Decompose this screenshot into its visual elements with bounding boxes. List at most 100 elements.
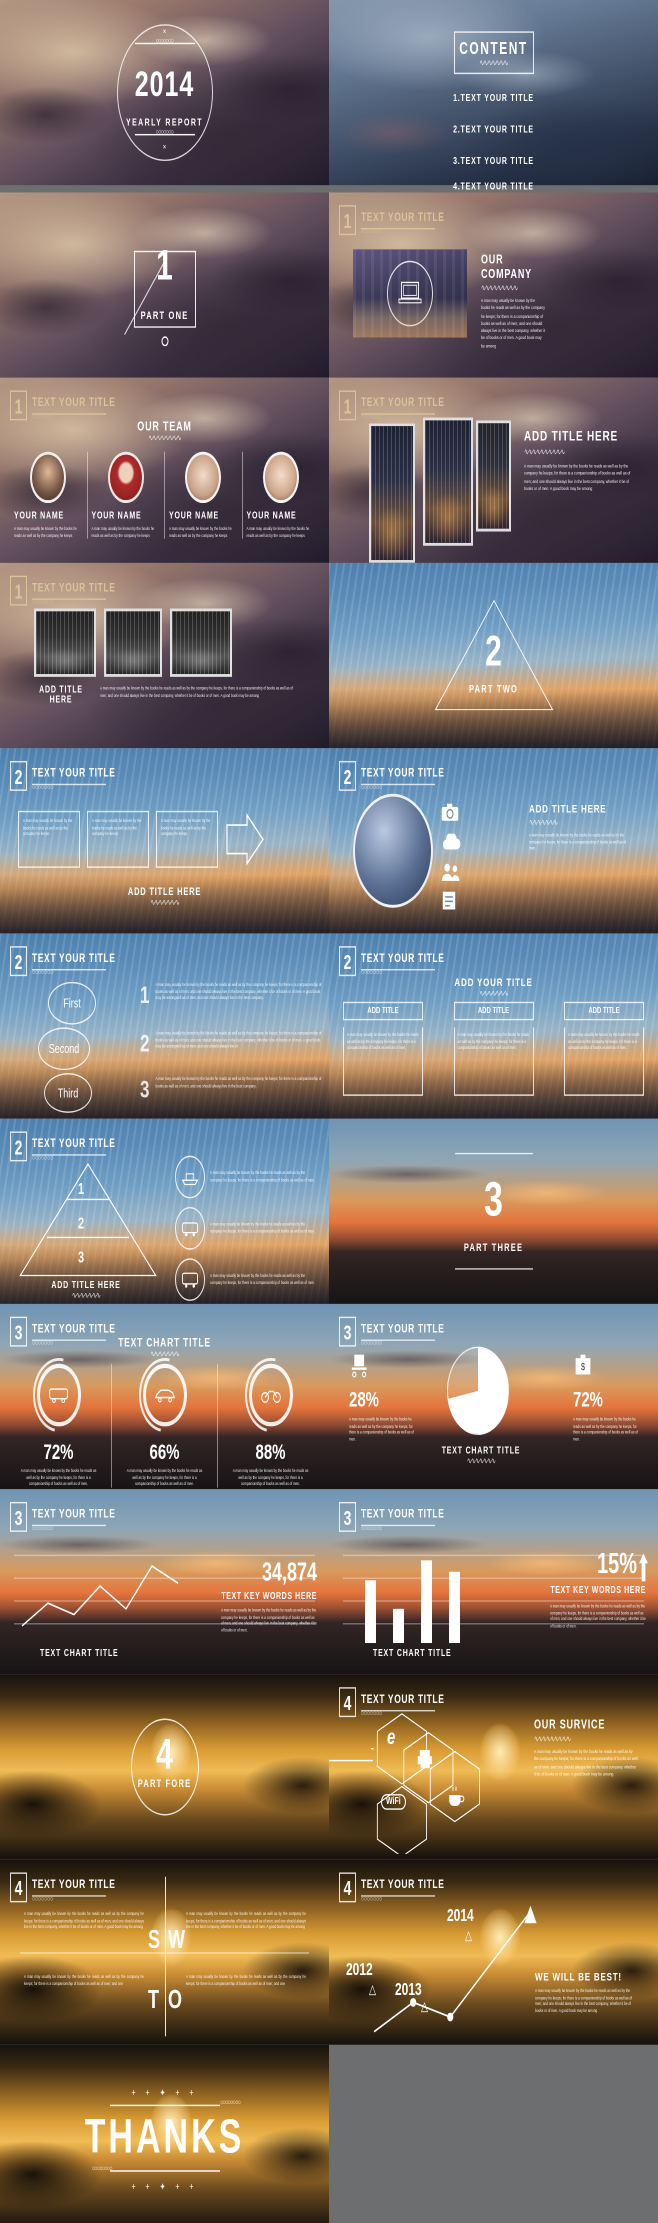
company-header-dots: ○○○○○○○ (361, 228, 383, 237)
pyramid-level-2: 2 (78, 1215, 85, 1233)
team-header: 1 TEXT YOUR TITLE ○○○○○○○ (10, 390, 115, 422)
team-member-bio: A man may usually be known by the books … (14, 525, 77, 539)
service-heading: OUR SURVICE (534, 1717, 606, 1732)
thanks-sparkles-bottom: + + ✦ + + (131, 2183, 198, 2194)
team-member[interactable]: YOUR NAME A man may usually be known by … (165, 451, 242, 539)
content-heading: CONTENT (459, 37, 528, 58)
percent-body: A man may usually be known by the books … (232, 1467, 309, 1487)
slide-globe[interactable]: 2 TEXT YOUR TITLE ○○○○○○○ ADD TITLE HERE… (329, 748, 658, 934)
slide-bar-chart[interactable]: 3 TEXT YOUR TITLE ○○○○○○○ 15% TEXT KEY W… (329, 1489, 658, 1675)
step-number: 3 (140, 1075, 150, 1103)
card[interactable]: ADD TITLE A man may usually be known by … (343, 1001, 423, 1096)
slide-part-four[interactable]: 4 PART FORE (0, 1674, 329, 1860)
company-heading: OUR COMPANY (481, 252, 532, 281)
bar (393, 1608, 404, 1644)
cover-subtitle: YEARLY REPORT (126, 118, 203, 129)
line-chart-title: TEXT CHART TITLE (40, 1648, 119, 1659)
timeline-heading: WE WILL BE BEST! (535, 1970, 622, 1984)
gallery-header-title: TEXT YOUR TITLE (32, 579, 116, 595)
bar (365, 1580, 376, 1644)
percent-trio-header-title: TEXT YOUR TITLE (32, 1320, 116, 1336)
slide-steps[interactable]: 2 TEXT YOUR TITLE ○○○○○○○ First Second T… (0, 933, 329, 1119)
card-body-box: A man may usually be known by the books … (564, 1027, 644, 1096)
step-circle-first[interactable]: First (48, 981, 96, 1025)
swot-h-divider (20, 1952, 309, 1954)
slide-add-title[interactable]: 1 TEXT YOUR TITLE ○○○○○○○ ADD TITLE HERE… (329, 377, 658, 563)
process-box[interactable]: A man may usually be known by the books … (18, 810, 80, 868)
slide-gallery[interactable]: 1 TEXT YOUR TITLE ○○○○○○○ ADD TITLE HERE… (0, 562, 329, 749)
pyramid-item[interactable]: A man may usually be known by the books … (175, 1258, 318, 1302)
slide-pyramid[interactable]: 2 TEXT YOUR TITLE ○○○○○○○ 1 2 3 ADD TITL… (0, 1118, 329, 1304)
globe-body: A man may usually be known by the books … (529, 832, 626, 852)
step-circle-third[interactable]: Third (44, 1073, 92, 1113)
pyramid-caption: ADD TITLE HERE (51, 1281, 121, 1292)
pyramid-level-3: 3 (78, 1249, 85, 1267)
three-cards-header-number: 2 (339, 946, 356, 977)
timeline-body: A man may usually be known by the books … (535, 1987, 632, 2014)
content-item-1[interactable]: 1.TEXT YOUR TITLE (453, 94, 534, 104)
process-box[interactable]: A man may usually be known by the books … (87, 810, 149, 868)
percent-trio-chart-title: TEXT CHART TITLE (118, 1335, 211, 1350)
team-member[interactable]: YOUR NAME A man may usually be known by … (88, 451, 165, 539)
slide-process[interactable]: 2 TEXT YOUR TITLE ○○○○○○○ A man may usua… (0, 748, 329, 934)
percent-item[interactable]: 88% A man may usually be known by the bo… (218, 1363, 323, 1488)
pie-header-number: 3 (339, 1316, 356, 1347)
pie-right-body: A man may usually be known by the books … (573, 1416, 638, 1442)
slide-three-cards[interactable]: 2 TEXT YOUR TITLE ○○○○○○○ ADD YOUR TITLE… (329, 933, 658, 1119)
up-arrow-icon (639, 1553, 648, 1582)
slide-part-two[interactable]: 2 PART TWO (329, 562, 658, 749)
step-circle-second[interactable]: Second (38, 1027, 90, 1071)
percent-value: 88% (255, 1440, 286, 1465)
part-one-label: PART ONE (140, 309, 189, 322)
slide-part-three[interactable]: 3 PART THREE (329, 1118, 658, 1304)
process-box[interactable]: A man may usually be known by the books … (156, 810, 218, 868)
team-member[interactable]: YOUR NAME A man may usually be known by … (243, 451, 320, 539)
slide-cover[interactable]: × ○○○○○○○ 2014 YEARLY REPORT ○○○○○○○ × (0, 0, 329, 186)
process-box-text: A man may usually be known by the books … (161, 817, 211, 837)
card[interactable]: ADD TITLE A man may usually be known by … (453, 1001, 534, 1096)
content-item-3[interactable]: 3.TEXT YOUR TITLE (453, 157, 534, 167)
team-member[interactable]: YOUR NAME A man may usually be known by … (10, 451, 87, 539)
slide-service[interactable]: 4 TEXT YOUR TITLE ○○○○○○○ e WiFi OUR SUR… (329, 1674, 658, 1860)
pyramid-item[interactable]: A man may usually be known by the books … (175, 1206, 318, 1250)
gallery-header: 1 TEXT YOUR TITLE ○○○○○○○ (10, 575, 116, 607)
slide-company[interactable]: 1 TEXT YOUR TITLE ○○○○○○○ OUR COMPANY ∿∿… (329, 192, 658, 378)
percent-trio-header-number: 3 (10, 1316, 27, 1347)
card[interactable]: ADD TITLE A man may usually be known by … (564, 1001, 644, 1096)
line-chart-plot (21, 1565, 179, 1627)
slide-content[interactable]: CONTENT ∿∿∿∿∿∿∿ 1.TEXT YOUR TITLE 2.TEXT… (329, 0, 658, 186)
slide-pie[interactable]: 3 TEXT YOUR TITLE ○○○○○○○ 28% A man may … (329, 1303, 658, 1490)
empty-backdrop (329, 2044, 658, 2223)
bicycle-icon (260, 1390, 281, 1403)
cover-year: 2014 (134, 64, 195, 105)
pyramid-level-1: 1 (78, 1181, 85, 1199)
step-text: A man may usually be known by the books … (155, 1075, 322, 1089)
slide-thanks[interactable]: + + ✦ + + ○○○○○○○○ THANKS ○○○○○○○○ + + ✦… (0, 2044, 329, 2223)
percent-item[interactable]: 66% A man may usually be known by the bo… (112, 1363, 217, 1488)
globe-header: 2 TEXT YOUR TITLE ○○○○○○○ (339, 760, 444, 792)
timeline-year-2014: 2014 (447, 1905, 474, 1926)
card-title: ADD TITLE (564, 1001, 644, 1021)
add-title-header-title: TEXT YOUR TITLE (361, 394, 445, 409)
content-plaque: CONTENT ∿∿∿∿∿∿∿ (453, 31, 534, 75)
content-item-4[interactable]: 4.TEXT YOUR TITLE (453, 182, 534, 192)
pyramid-item[interactable]: A man may usually be known by the books … (175, 1155, 318, 1199)
content-item-2[interactable]: 2.TEXT YOUR TITLE (453, 125, 534, 135)
slide-percent-trio[interactable]: 3 TEXT YOUR TITLE ○○○○○○○ TEXT CHART TIT… (0, 1303, 329, 1490)
gallery-photo (104, 608, 162, 677)
percent-value: 72% (43, 1440, 74, 1465)
slide-team[interactable]: 1 TEXT YOUR TITLE ○○○○○○○ OUR TEAM ∿∿∿∿∿… (0, 377, 329, 563)
percent-item[interactable]: 72% A man may usually be known by the bo… (6, 1363, 111, 1488)
slide-timeline[interactable]: 4 TEXT YOUR TITLE ○○○○○○○ 2012 2013 2014… (329, 1859, 658, 2045)
card-body-box: A man may usually be known by the books … (343, 1027, 423, 1096)
slide-part-one[interactable]: 1 PART ONE (0, 192, 329, 378)
team-header-number: 1 (10, 390, 27, 421)
pyramid-wavy: ∿∿∿∿∿∿∿ (71, 1292, 101, 1302)
team-wavy: ∿∿∿∿∿∿∿∿ (148, 434, 181, 444)
avatar (262, 451, 299, 504)
slide-swot[interactable]: 4 TEXT YOUR TITLE ○○○○○○○ A man may usua… (0, 1859, 329, 2045)
card-title: ADD TITLE (343, 1001, 423, 1021)
gallery-photo (170, 608, 232, 677)
line-header-number: 3 (10, 1501, 27, 1532)
slide-line-chart[interactable]: 3 TEXT YOUR TITLE ○○○○○○○ 34,874 TEXT KE… (0, 1489, 329, 1675)
